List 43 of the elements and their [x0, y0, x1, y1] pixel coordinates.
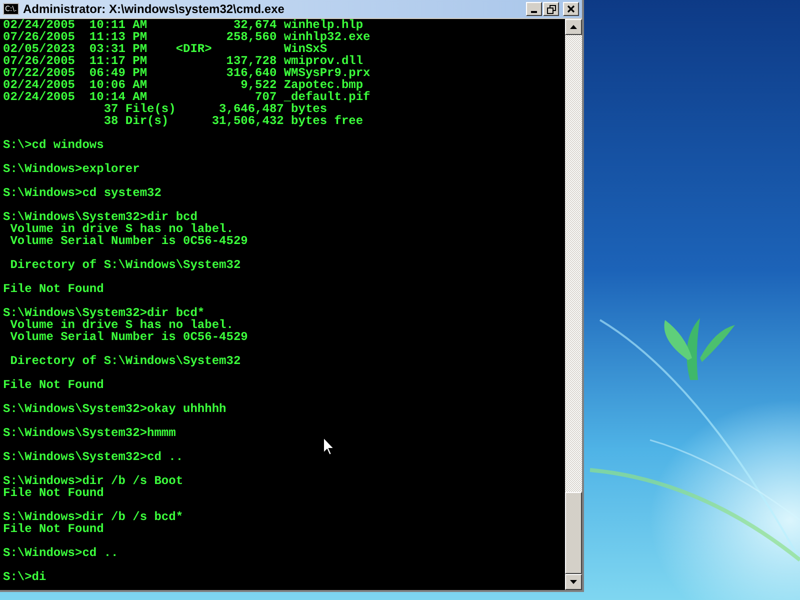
console-line: S:\Windows>cd ..	[3, 547, 118, 559]
console-line: 07/26/2005 11:13 PM 258,560 winhlp32.exe	[3, 31, 370, 43]
console-line: S:\Windows>dir /b /s bcd*	[3, 511, 184, 523]
console-line: File Not Found	[3, 487, 104, 499]
restore-button[interactable]	[543, 2, 559, 16]
close-button[interactable]	[563, 2, 579, 16]
window-title: Administrator: X:\windows\system32\cmd.exe	[23, 1, 284, 17]
console-line: 02/24/2005 10:14 AM 707 _default.pif	[3, 91, 370, 103]
close-icon	[567, 5, 575, 13]
console-line: S:\Windows\System32>dir bcd	[3, 211, 198, 223]
up-arrow-icon	[570, 25, 577, 29]
console-line: 38 Dir(s) 31,506,432 bytes free	[102, 115, 364, 127]
console-line: Volume in drive S has no label.	[10, 319, 234, 331]
console-line: 07/22/2005 06:49 PM 316,640 WMSysPr9.prx	[3, 67, 370, 79]
console-line: Directory of S:\Windows\System32	[9, 355, 241, 367]
console-line: File Not Found	[3, 379, 104, 391]
console-line: 07/26/2005 11:17 PM 137,728 wmiprov.dll	[3, 55, 364, 67]
console-line: S:\>cd windows	[3, 139, 104, 151]
console-line: S:\Windows\System32>cd ..	[3, 451, 184, 463]
console-line: 02/24/2005 10:06 AM 9,522 Zapotec.bmp	[3, 79, 364, 91]
console-line: File Not Found	[3, 283, 104, 295]
console-line: Directory of S:\Windows\System32	[9, 259, 241, 271]
console-line: S:\>di	[3, 571, 46, 583]
console-line: S:\Windows>explorer	[3, 163, 140, 175]
console-line: S:\Windows\System32>dir bcd*	[3, 307, 205, 319]
console-line: 02/05/2023 03:31 PM <DIR> WinSxS	[3, 43, 328, 55]
console-line: S:\Windows\System32>okay uhhhhh	[3, 403, 226, 415]
scroll-up-button[interactable]	[565, 19, 582, 35]
scroll-thumb[interactable]	[565, 492, 582, 574]
console-line: File Not Found	[3, 523, 104, 535]
console-line: Volume Serial Number is 0C56-4529	[9, 235, 248, 247]
scroll-down-button[interactable]	[565, 574, 582, 590]
console-line: S:\Windows\System32>hmmm	[3, 427, 176, 439]
console-line: S:\Windows>dir /b /s Boot	[3, 475, 184, 487]
console-line: 37 File(s) 3,646,487 bytes	[102, 103, 328, 115]
console-line: S:\Windows>cd system32	[3, 187, 162, 199]
console-line: Volume Serial Number is 0C56-4529	[9, 331, 248, 343]
mouse-pointer-icon	[323, 437, 335, 456]
console-line: Volume in drive S has no label.	[10, 223, 234, 235]
minimize-button[interactable]	[526, 2, 542, 16]
down-arrow-icon	[570, 580, 577, 584]
restore-icon	[546, 4, 556, 14]
console-line: 02/24/2005 10:11 AM 32,674 winhelp.hlp	[3, 19, 364, 31]
